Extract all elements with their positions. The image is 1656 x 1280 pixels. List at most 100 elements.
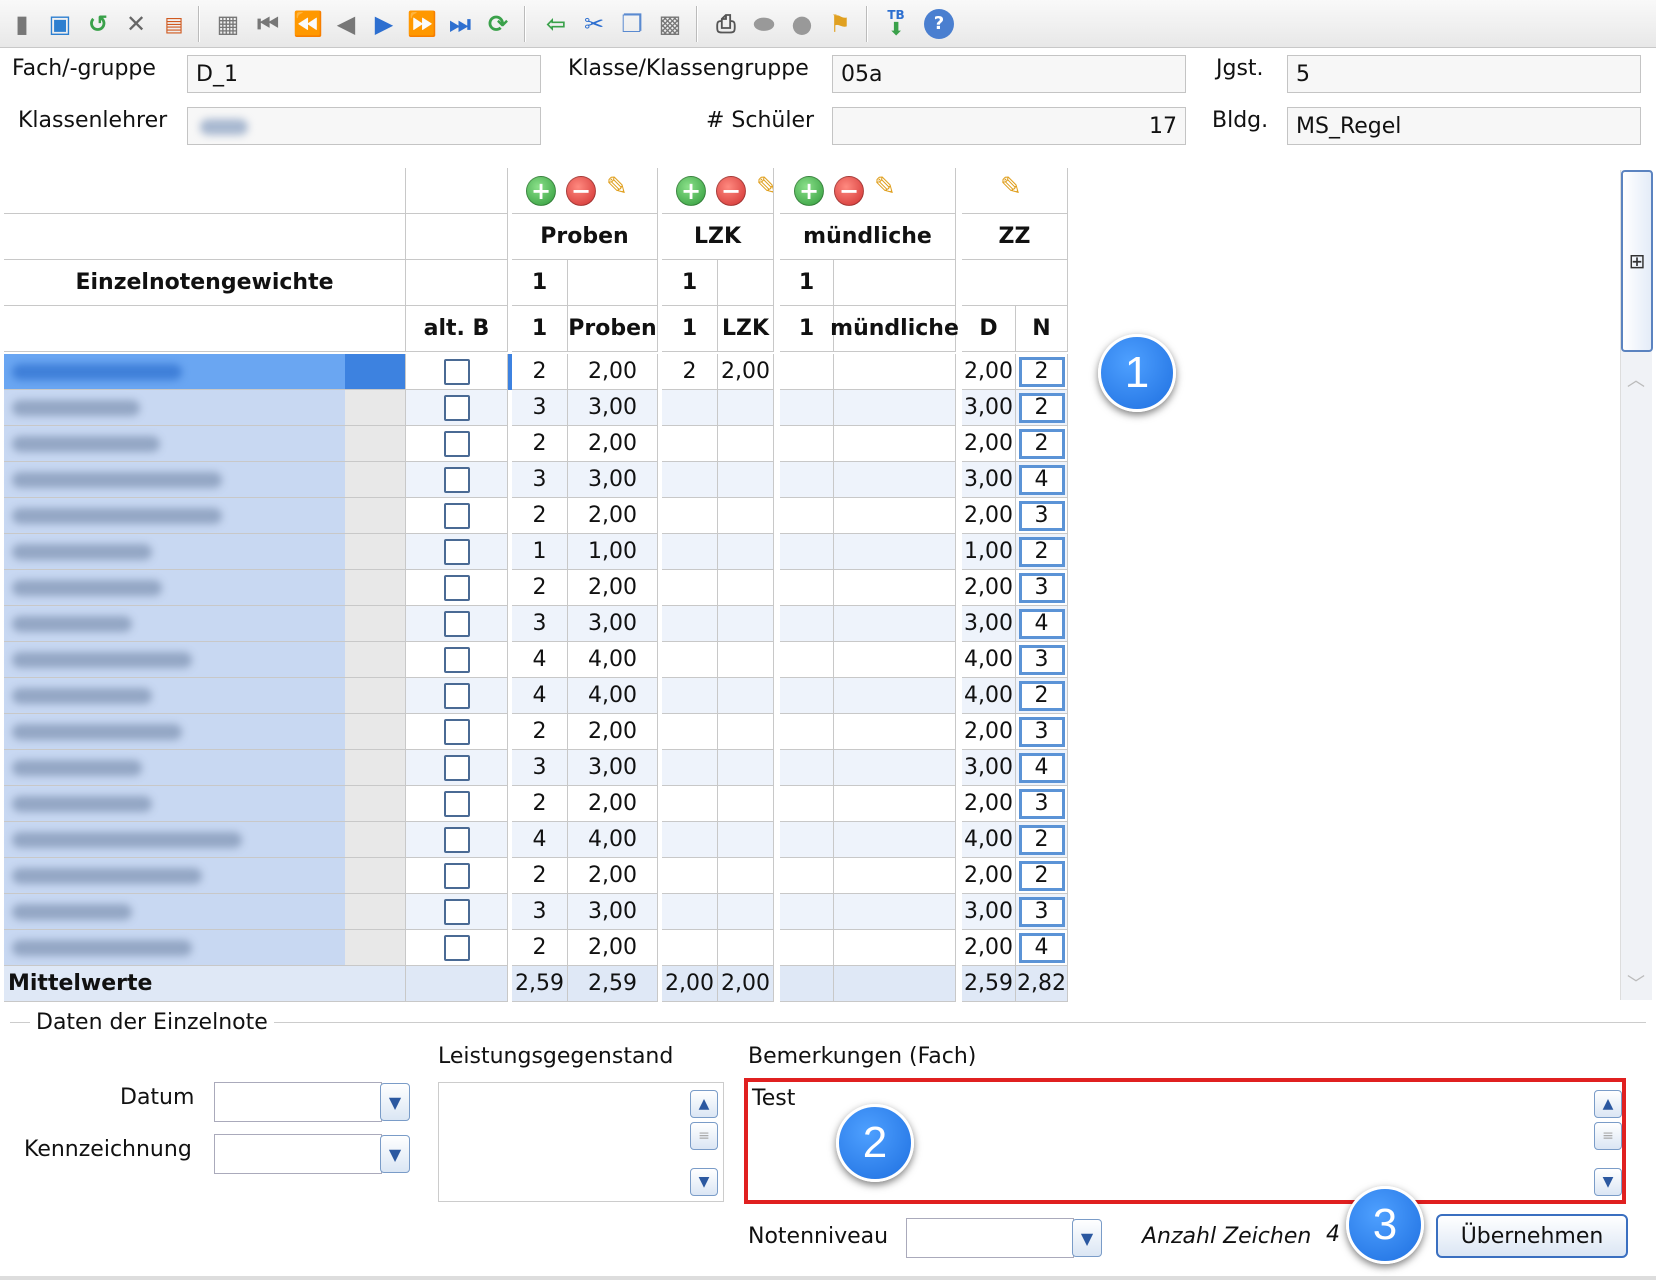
noten-input[interactable] [906, 1218, 1074, 1258]
scroll-thumb[interactable]: ⊞ [1621, 170, 1653, 352]
broom-icon[interactable]: ⚑ [824, 8, 856, 40]
proben-value-cell[interactable]: 2,00 [568, 930, 658, 966]
alt-b-checkbox[interactable] [443, 898, 470, 925]
alt-b-checkbox[interactable] [443, 574, 470, 601]
zz-n-cell[interactable]: 4 [1016, 930, 1068, 966]
scroll-up-icon[interactable]: ︿ [1627, 366, 1645, 392]
zz-n-input[interactable]: 2 [1018, 824, 1065, 855]
muendliche-value-cell[interactable] [834, 390, 956, 426]
copy-record-icon[interactable]: ▦ [212, 8, 244, 40]
proben-weight-cell[interactable]: 2 [512, 858, 568, 894]
paste-icon[interactable]: ▩ [654, 8, 686, 40]
edit-pencil-icon[interactable]: ✎ [874, 172, 896, 202]
student-name-cell[interactable] [4, 786, 406, 822]
alt-b-checkbox[interactable] [443, 610, 470, 637]
student-name-cell[interactable] [4, 930, 406, 966]
student-name-cell[interactable] [4, 462, 406, 498]
zz-n-cell[interactable]: 3 [1016, 570, 1068, 606]
muendliche-value-cell[interactable] [834, 570, 956, 606]
prev-icon[interactable]: ◀ [330, 8, 362, 40]
alt-b-checkbox[interactable] [443, 646, 470, 673]
lzk-value-cell[interactable] [718, 462, 774, 498]
lzk-value-cell[interactable] [718, 570, 774, 606]
datum-input[interactable] [214, 1082, 382, 1122]
proben-weight-cell[interactable]: 3 [512, 390, 568, 426]
muendliche-value-cell[interactable] [834, 678, 956, 714]
schueler-field[interactable]: 17 [832, 107, 1186, 145]
zz-d-cell[interactable]: 4,00 [962, 678, 1016, 714]
proben-value-cell[interactable]: 2,00 [568, 714, 658, 750]
add-icon[interactable]: + [676, 176, 706, 206]
alt-b-checkbox[interactable] [443, 682, 470, 709]
proben-value-cell[interactable]: 4,00 [568, 822, 658, 858]
lzk-weight-cell[interactable] [662, 606, 718, 642]
proben-weight-cell[interactable]: 2 [512, 498, 568, 534]
zz-n-cell[interactable]: 2 [1016, 858, 1068, 894]
zz-n-input[interactable]: 3 [1018, 896, 1065, 927]
proben-weight-cell[interactable]: 3 [512, 894, 568, 930]
proben-weight-cell[interactable]: 2 [512, 570, 568, 606]
student-name-cell[interactable] [4, 822, 406, 858]
column-chooser-icon[interactable]: ⊞ [1629, 249, 1646, 273]
tb-import-icon[interactable]: TB ⬇ [880, 8, 912, 40]
zz-n-cell[interactable]: 4 [1016, 606, 1068, 642]
zz-n-input[interactable]: 2 [1018, 860, 1065, 891]
muendliche-value-cell[interactable] [834, 498, 956, 534]
jgst-field[interactable]: 5 [1287, 55, 1641, 93]
lzk-value-cell[interactable] [718, 930, 774, 966]
proben-value-cell[interactable]: 3,00 [568, 390, 658, 426]
muendliche-value-cell[interactable] [834, 786, 956, 822]
proben-value-cell[interactable]: 3,00 [568, 606, 658, 642]
muendliche-weight-cell[interactable] [780, 750, 834, 786]
alt-b-checkbox[interactable] [443, 718, 470, 745]
alt-b-checkbox[interactable] [443, 826, 470, 853]
muendliche-value-cell[interactable] [834, 462, 956, 498]
proben-weight-cell[interactable]: 3 [512, 606, 568, 642]
lzk-value-cell[interactable] [718, 390, 774, 426]
zz-n-cell[interactable]: 2 [1016, 678, 1068, 714]
edit-pencil-icon[interactable]: ✎ [756, 172, 773, 202]
lzk-value-cell[interactable] [718, 534, 774, 570]
student-name-cell[interactable] [4, 714, 406, 750]
copy-icon[interactable]: ❐ [616, 8, 648, 40]
delete-icon[interactable]: ✕ [120, 8, 152, 40]
leistung-scroll-up[interactable]: ▲ [690, 1090, 718, 1118]
alt-b-checkbox[interactable] [443, 538, 470, 565]
muendliche-value-cell[interactable] [834, 750, 956, 786]
alt-b-cell[interactable] [406, 930, 508, 966]
muendliche-weight-cell[interactable] [780, 642, 834, 678]
muendliche-weight-cell[interactable] [780, 570, 834, 606]
lzk-value-cell[interactable] [718, 714, 774, 750]
disk-icon[interactable]: ⬬ [748, 8, 780, 40]
zz-d-cell[interactable]: 4,00 [962, 822, 1016, 858]
zz-d-cell[interactable]: 3,00 [962, 462, 1016, 498]
muendliche-weight-cell[interactable] [780, 930, 834, 966]
zz-n-input[interactable]: 3 [1018, 788, 1065, 819]
grid-scrollbar[interactable]: ⊞ ︿ ﹀ [1620, 170, 1653, 1000]
zz-n-cell[interactable]: 3 [1016, 498, 1068, 534]
alt-b-checkbox[interactable] [443, 862, 470, 889]
lzk-value-cell[interactable] [718, 498, 774, 534]
help-icon[interactable]: ? [924, 9, 954, 39]
bemerk-scroll-thumb[interactable]: ≡ [1594, 1122, 1622, 1150]
zz-n-cell[interactable]: 2 [1016, 390, 1068, 426]
cut-icon[interactable]: ✂ [578, 8, 610, 40]
muendliche-value-cell[interactable] [834, 426, 956, 462]
alt-b-cell[interactable] [406, 606, 508, 642]
proben-value-cell[interactable]: 1,00 [568, 534, 658, 570]
lzk-weight-cell[interactable] [662, 642, 718, 678]
student-name-cell[interactable] [4, 642, 406, 678]
leistung-scroll-down[interactable]: ▼ [690, 1168, 718, 1196]
lzk-weight-cell[interactable] [662, 390, 718, 426]
lzk-value-cell[interactable] [718, 894, 774, 930]
muendliche-value-cell[interactable] [834, 642, 956, 678]
zz-d-cell[interactable]: 2,00 [962, 786, 1016, 822]
muendliche-weight-cell[interactable] [780, 714, 834, 750]
alt-b-checkbox[interactable] [443, 430, 470, 457]
proben-value-cell[interactable]: 2,00 [568, 570, 658, 606]
proben-weight-cell[interactable]: 2 [512, 426, 568, 462]
zz-d-cell[interactable]: 4,00 [962, 642, 1016, 678]
zz-n-input[interactable]: 3 [1018, 716, 1065, 747]
alt-b-cell[interactable] [406, 642, 508, 678]
student-name-cell[interactable] [4, 570, 406, 606]
